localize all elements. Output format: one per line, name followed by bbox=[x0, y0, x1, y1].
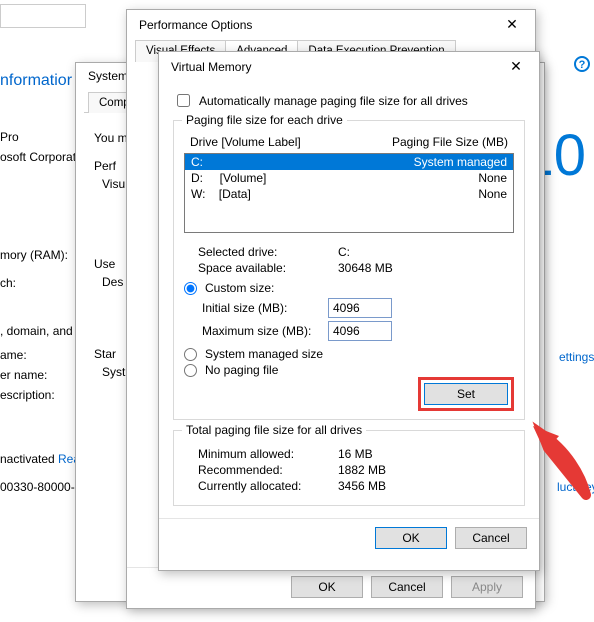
bg-username: er name: bbox=[0, 368, 47, 382]
drive-list[interactable]: C: System managed D: [Volume] None W: [D… bbox=[184, 153, 514, 233]
radio-custom-input[interactable] bbox=[184, 282, 197, 295]
selected-drive-value: C: bbox=[338, 245, 350, 259]
bg-productid: 00330-80000-0 bbox=[0, 480, 81, 494]
close-icon[interactable]: ✕ bbox=[501, 58, 531, 75]
col-header-drive: Drive [Volume Label] bbox=[190, 135, 340, 149]
help-icon[interactable]: ? bbox=[574, 56, 590, 72]
bg-nactivated: nactivated bbox=[0, 452, 55, 466]
initial-size-label: Initial size (MB): bbox=[202, 301, 320, 315]
group-title-drive: Paging file size for each drive bbox=[182, 113, 347, 127]
set-button[interactable]: Set bbox=[424, 383, 508, 405]
radio-none-label: No paging file bbox=[205, 363, 278, 377]
drive-paging: None bbox=[341, 170, 507, 186]
auto-manage-checkbox[interactable] bbox=[177, 94, 190, 107]
paging-per-drive-group: Paging file size for each drive Drive [V… bbox=[173, 120, 525, 420]
drive-row[interactable]: D: [Volume] None bbox=[185, 170, 513, 186]
perf-ok-button[interactable]: OK bbox=[291, 576, 363, 598]
radio-none-input[interactable] bbox=[184, 364, 197, 377]
bg-domain: , domain, and bbox=[0, 324, 73, 338]
col-header-pfs: Paging File Size (MB) bbox=[340, 135, 508, 149]
radio-system-input[interactable] bbox=[184, 348, 197, 361]
information-heading: nformatior bbox=[0, 72, 72, 90]
recommended-value: 1882 MB bbox=[338, 463, 386, 477]
bg-name: ame: bbox=[0, 348, 27, 362]
radio-system-label: System managed size bbox=[205, 347, 323, 361]
group-title-total: Total paging file size for all drives bbox=[182, 423, 366, 437]
max-size-input[interactable] bbox=[328, 321, 392, 341]
drive-row[interactable]: W: [Data] None bbox=[185, 186, 513, 202]
total-paging-group: Total paging file size for all drives Mi… bbox=[173, 430, 525, 506]
drive-paging: System managed bbox=[341, 154, 507, 170]
bg-ch: ch: bbox=[0, 276, 16, 290]
vm-cancel-button[interactable]: Cancel bbox=[455, 527, 527, 549]
drive-volume: [Volume] bbox=[220, 171, 267, 185]
auto-manage-label: Automatically manage paging file size fo… bbox=[199, 94, 468, 108]
bg-box bbox=[0, 4, 86, 28]
bg-pro: Pro bbox=[0, 130, 19, 144]
selected-drive-label: Selected drive: bbox=[198, 245, 338, 259]
currently-allocated-label: Currently allocated: bbox=[198, 479, 338, 493]
recommended-label: Recommended: bbox=[198, 463, 338, 477]
bg-corp: osoft Corporat bbox=[0, 150, 76, 164]
product-key-link[interactable]: luct key bbox=[557, 480, 594, 494]
space-available-label: Space available: bbox=[198, 261, 338, 275]
drive-paging: None bbox=[341, 186, 507, 202]
perf-title: Performance Options bbox=[139, 18, 252, 32]
perf-apply-button[interactable]: Apply bbox=[451, 576, 523, 598]
min-allowed-label: Minimum allowed: bbox=[198, 447, 338, 461]
system-title: System bbox=[88, 69, 128, 83]
radio-system-managed[interactable]: System managed size bbox=[184, 347, 514, 361]
vm-title: Virtual Memory bbox=[171, 60, 251, 74]
settings-link[interactable]: ettings bbox=[559, 350, 594, 364]
set-button-highlight: Set bbox=[418, 377, 514, 411]
radio-custom-label: Custom size: bbox=[205, 281, 274, 295]
bg-ram: mory (RAM): bbox=[0, 248, 68, 262]
max-size-label: Maximum size (MB): bbox=[202, 324, 320, 338]
space-available-value: 30648 MB bbox=[338, 261, 393, 275]
vm-ok-button[interactable]: OK bbox=[375, 527, 447, 549]
perf-cancel-button[interactable]: Cancel bbox=[371, 576, 443, 598]
drive-row[interactable]: C: System managed bbox=[185, 154, 513, 170]
radio-custom-size[interactable]: Custom size: bbox=[184, 281, 514, 295]
drive-letter: C: bbox=[191, 155, 203, 169]
min-allowed-value: 16 MB bbox=[338, 447, 373, 461]
virtual-memory-dialog: Virtual Memory ✕ Automatically manage pa… bbox=[158, 51, 540, 571]
drive-letter: D: bbox=[191, 171, 203, 185]
drive-letter: W: bbox=[191, 187, 205, 201]
bg-description: escription: bbox=[0, 388, 55, 402]
auto-manage-checkbox-row[interactable]: Automatically manage paging file size fo… bbox=[173, 91, 525, 110]
initial-size-input[interactable] bbox=[328, 298, 392, 318]
drive-volume: [Data] bbox=[219, 187, 251, 201]
currently-allocated-value: 3456 MB bbox=[338, 479, 386, 493]
close-icon[interactable]: ✕ bbox=[497, 16, 527, 33]
radio-no-paging[interactable]: No paging file bbox=[184, 363, 514, 377]
